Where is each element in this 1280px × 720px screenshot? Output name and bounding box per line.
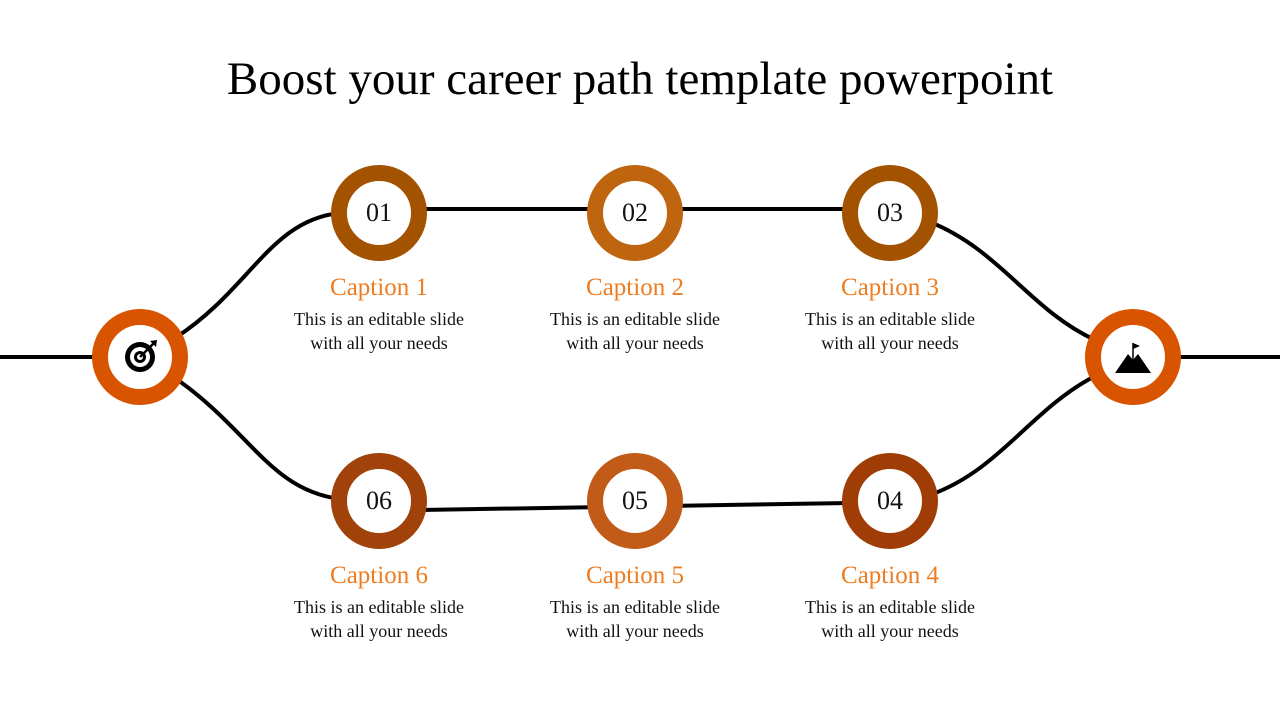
start-node: [92, 309, 188, 405]
step-caption-block: Caption 2 This is an editable slide with a…: [515, 273, 755, 355]
step-caption-block: Caption 5 This is an editable slide with a…: [515, 561, 755, 643]
step-caption-block: Caption 6 This is an editable slide with a…: [259, 561, 499, 643]
step-number: 04: [877, 486, 903, 515]
path-curve-bottom-right: [929, 374, 1096, 497]
caption-heading: Caption 3: [841, 274, 939, 301]
caption-text: This is an editable slide with all your n…: [294, 597, 464, 641]
target-icon: [125, 340, 157, 372]
caption-text: This is an editable slide with all your n…: [550, 309, 720, 353]
caption-heading: Caption 2: [586, 274, 684, 301]
step-caption-block: Caption 1 This is an editable slide with a…: [259, 273, 499, 355]
mountain-flag-icon: [1115, 343, 1151, 373]
caption-text: This is an editable slide with all your n…: [805, 597, 975, 641]
caption-heading: Caption 1: [330, 274, 428, 301]
caption-text: This is an editable slide with all your n…: [550, 597, 720, 641]
step-caption-block: Caption 3 This is an editable slide with a…: [770, 273, 1010, 355]
end-node: [1085, 309, 1181, 405]
caption-text: This is an editable slide with all your n…: [805, 309, 975, 353]
path-curve-bottom-left: [173, 376, 341, 501]
step-number: 02: [622, 198, 648, 227]
step-caption-block: Caption 4 This is an editable slide with a…: [770, 561, 1010, 643]
step-number: 01: [366, 198, 392, 227]
step-number: 06: [366, 486, 392, 515]
caption-heading: Caption 6: [330, 562, 428, 589]
caption-heading: Caption 4: [841, 562, 939, 589]
step-number: 03: [877, 198, 903, 227]
caption-text: This is an editable slide with all your n…: [294, 309, 464, 353]
step-number: 05: [622, 486, 648, 515]
caption-heading: Caption 5: [586, 562, 684, 589]
